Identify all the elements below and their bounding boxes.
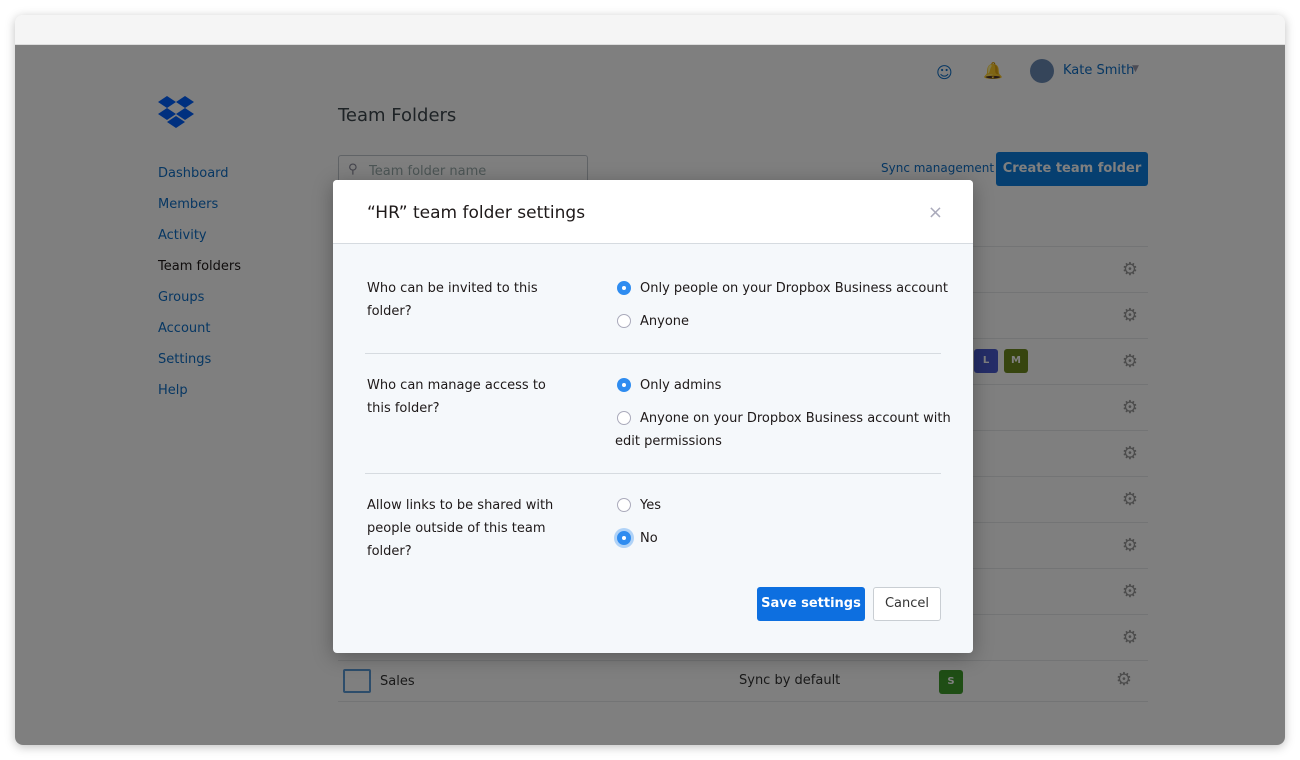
radio-anyone[interactable]: Anyone [615, 310, 955, 333]
option-label: Only people on your Dropbox Business acc… [640, 281, 948, 296]
cancel-button[interactable]: Cancel [873, 587, 941, 621]
radio-button[interactable] [617, 378, 631, 392]
radio-button[interactable] [617, 314, 631, 328]
save-settings-button[interactable]: Save settings [757, 587, 865, 621]
radio-button[interactable] [617, 531, 631, 545]
option-label: Anyone [640, 314, 690, 329]
radio-only-business[interactable]: Only people on your Dropbox Business acc… [615, 277, 955, 300]
window-titlebar [15, 15, 1285, 45]
option-label: Anyone on your Dropbox Business account … [615, 411, 951, 449]
divider [365, 353, 941, 354]
option-label: No [640, 531, 658, 546]
dialog-title: “HR” team folder settings [333, 180, 973, 244]
radio-button[interactable] [617, 411, 631, 425]
close-icon[interactable]: × [928, 202, 943, 223]
radio-button[interactable] [617, 498, 631, 512]
divider [365, 473, 941, 474]
option-label: Only admins [640, 378, 722, 393]
radio-anyone-edit[interactable]: Anyone on your Dropbox Business account … [615, 407, 955, 453]
radio-only-admins[interactable]: Only admins [615, 374, 955, 397]
question-invite: Who can be invited to this folder? [367, 281, 538, 319]
team-folder-settings-dialog: “HR” team folder settings × Who can be i… [333, 180, 973, 653]
radio-no[interactable]: No [615, 527, 955, 550]
radio-button[interactable] [617, 281, 631, 295]
option-label: Yes [640, 498, 661, 513]
question-manage: Who can manage access to this folder? [367, 378, 546, 416]
question-links: Allow links to be shared with people out… [367, 498, 554, 559]
radio-yes[interactable]: Yes [615, 494, 955, 517]
